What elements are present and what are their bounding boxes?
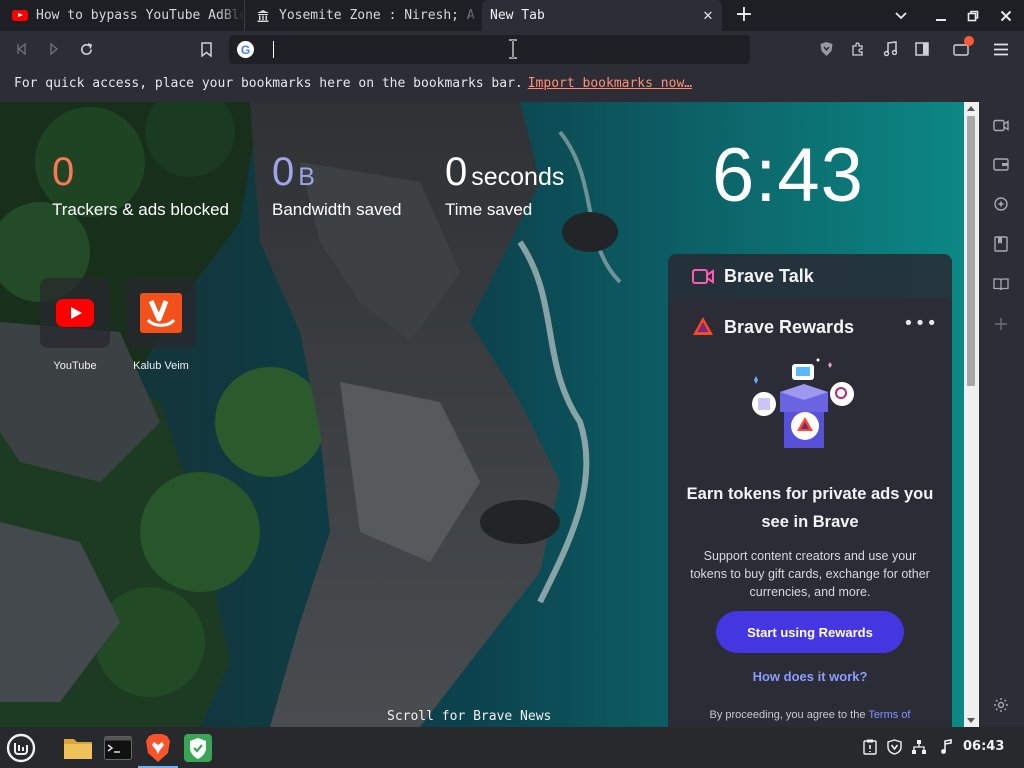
bat-logo-icon <box>693 317 713 335</box>
video-camera-icon <box>692 269 714 284</box>
sidebar-settings-gear-icon[interactable] <box>992 696 1010 714</box>
brave-talk-title: Brave Talk <box>724 266 814 286</box>
mint-menu-icon[interactable] <box>1 727 41 768</box>
terms-link[interactable]: Terms of <box>868 709 910 721</box>
import-bookmarks-link[interactable]: Import bookmarks now… <box>528 76 692 91</box>
files-folder-icon[interactable] <box>58 727 98 768</box>
reading-list-icon[interactable] <box>992 275 1010 293</box>
trackers-label: Trackers & ads blocked <box>52 200 229 219</box>
minimize-icon[interactable] <box>930 5 952 27</box>
trackers-count: 0 <box>52 150 75 194</box>
top-site-name: Kalub Veim <box>133 360 189 372</box>
brave-rewards-widget: Brave Rewards ••• Earn tokens for privat… <box>668 298 952 727</box>
top-site-tile[interactable] <box>40 278 110 348</box>
how-does-it-work-link[interactable]: How does it work? <box>668 669 952 684</box>
tab-search-chevron-icon[interactable] <box>890 5 912 27</box>
terms-prefix: By proceeding, you agree to the <box>709 709 866 721</box>
rewards-headline: Earn tokens for private ads you see in B… <box>686 485 934 531</box>
media-music-icon[interactable] <box>880 39 900 59</box>
scroll-for-brave-news[interactable]: Scroll for Brave News <box>387 709 551 724</box>
address-bar[interactable]: G <box>229 35 750 64</box>
time-saved-stat: 0 seconds Time saved <box>445 150 564 220</box>
update-shield-icon[interactable] <box>886 739 902 755</box>
bandwidth-label: Bandwidth saved <box>272 200 402 219</box>
text-caret <box>273 41 274 58</box>
trackers-blocked-stat: 0 Trackers & ads blocked <box>52 150 229 220</box>
bank-icon <box>255 8 271 24</box>
tab-title: Yosemite Zone : Niresh; A <box>279 8 475 23</box>
terms-notice: By proceeding, you agree to the Terms of <box>668 709 952 721</box>
terminal-icon[interactable] <box>98 727 138 768</box>
google-icon: G <box>237 41 254 58</box>
clock: 6:43 <box>712 133 864 218</box>
scrollbar-thumb[interactable] <box>967 116 975 386</box>
bandwidth-unit: B <box>298 163 315 191</box>
extensions-icon[interactable] <box>848 39 868 59</box>
scroll-up-arrow-icon[interactable] <box>967 106 975 111</box>
time-value: 0 <box>445 150 468 194</box>
vertical-scrollbar[interactable] <box>964 102 979 727</box>
sound-music-icon[interactable] <box>938 739 954 755</box>
notification-badge <box>964 36 974 46</box>
scroll-down-arrow-icon[interactable] <box>967 718 975 723</box>
start-using-rewards-button[interactable]: Start using Rewards <box>716 611 904 653</box>
time-unit: seconds <box>471 163 565 191</box>
forward-icon[interactable] <box>44 39 64 59</box>
right-sidebar <box>979 102 1024 727</box>
toolbar: G <box>0 31 1024 67</box>
taskbar-clock[interactable]: 06:43 <box>963 739 1004 754</box>
brave-browser-icon[interactable] <box>138 727 178 768</box>
bookmarks-sidebar-icon[interactable] <box>992 235 1010 253</box>
brave-shields-icon[interactable] <box>816 39 836 59</box>
top-site-youtube[interactable]: YouTube <box>39 278 111 372</box>
leo-ai-icon[interactable] <box>992 195 1010 213</box>
tab-new-tab[interactable]: New Tab ✕ <box>482 0 722 31</box>
text-cursor-icon <box>509 39 517 59</box>
tab-title: New Tab <box>490 8 545 23</box>
bookmarks-bar-message: For quick access, place your bookmarks h… <box>14 76 523 91</box>
brave-wallet-notification-icon[interactable] <box>951 36 974 59</box>
tab-strip: How to bypass YouTube AdBlock Yosemite Z… <box>0 0 1024 31</box>
new-tab-button[interactable]: + <box>734 4 754 26</box>
tab-title: How to bypass YouTube AdBlock <box>36 8 244 23</box>
add-sidebar-item-icon[interactable] <box>992 315 1010 333</box>
system-taskbar: 06:43 <box>0 727 1024 768</box>
close-tab-icon[interactable]: ✕ <box>700 7 716 23</box>
sidebar-toggle-icon[interactable] <box>912 39 932 59</box>
v-logo-icon <box>140 293 182 333</box>
vpn-shield-icon[interactable] <box>178 727 218 768</box>
bookmark-icon[interactable] <box>196 39 216 59</box>
more-options-icon[interactable]: ••• <box>903 313 938 334</box>
clipboard-icon[interactable] <box>862 739 878 755</box>
maximize-icon[interactable] <box>962 5 984 27</box>
top-site-tile[interactable] <box>126 278 196 348</box>
time-label: Time saved <box>445 200 533 219</box>
rewards-description: Support content creators and use your to… <box>690 549 930 599</box>
tab-yosemite-zone[interactable]: Yosemite Zone : Niresh; A <box>244 0 482 31</box>
new-tab-page: 0 Trackers & ads blocked 0B Bandwidth sa… <box>0 102 964 727</box>
brave-talk-sidebar-icon[interactable] <box>992 116 1010 134</box>
reload-icon[interactable] <box>76 39 96 59</box>
bandwidth-saved-stat: 0B Bandwidth saved <box>272 150 401 220</box>
bookmarks-bar: For quick access, place your bookmarks h… <box>0 67 1024 102</box>
top-site-name: YouTube <box>53 360 97 372</box>
youtube-icon <box>12 8 28 24</box>
top-site-kalub-veim[interactable]: Kalub Veim <box>125 278 197 372</box>
back-icon[interactable] <box>12 39 32 59</box>
brave-rewards-title: Brave Rewards <box>724 317 855 337</box>
tab-how-to-bypass[interactable]: How to bypass YouTube AdBlock <box>0 0 244 31</box>
rewards-illustration-icon <box>752 358 854 448</box>
network-icon[interactable] <box>911 739 927 755</box>
menu-icon[interactable] <box>991 39 1011 59</box>
bandwidth-value: 0 <box>272 150 295 194</box>
youtube-icon <box>56 299 94 327</box>
wallet-icon[interactable] <box>992 155 1010 173</box>
close-window-icon[interactable] <box>995 5 1017 27</box>
